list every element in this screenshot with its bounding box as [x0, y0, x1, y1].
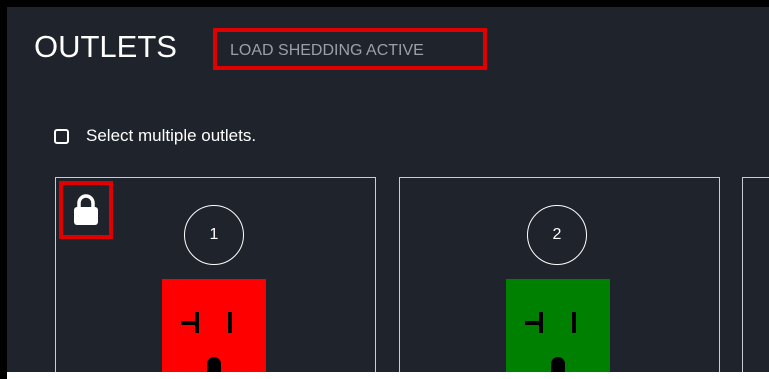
- lock-icon: [74, 194, 98, 225]
- outlet-card-1[interactable]: 1: [55, 177, 376, 372]
- select-multiple-row[interactable]: Select multiple outlets.: [54, 126, 256, 146]
- select-multiple-checkbox[interactable]: [54, 128, 69, 144]
- outlets-panel: OUTLETS LOAD SHEDDING ACTIVE Select mult…: [7, 7, 769, 372]
- outlet-receptacle-2[interactable]: [506, 279, 610, 372]
- select-multiple-label: Select multiple outlets.: [86, 126, 257, 145]
- outlet-card-2[interactable]: 2: [399, 177, 720, 372]
- outlet-receptacle-1[interactable]: [162, 279, 266, 372]
- load-shedding-status-highlight: LOAD SHEDDING ACTIVE: [213, 28, 487, 70]
- outlet-card-3[interactable]: [742, 177, 769, 372]
- outlet-number-2: 2: [527, 205, 587, 265]
- lock-highlight: [59, 181, 113, 239]
- outlet-number-1: 1: [184, 205, 244, 265]
- load-shedding-status: LOAD SHEDDING ACTIVE: [230, 42, 424, 59]
- page-title: OUTLETS: [34, 29, 177, 64]
